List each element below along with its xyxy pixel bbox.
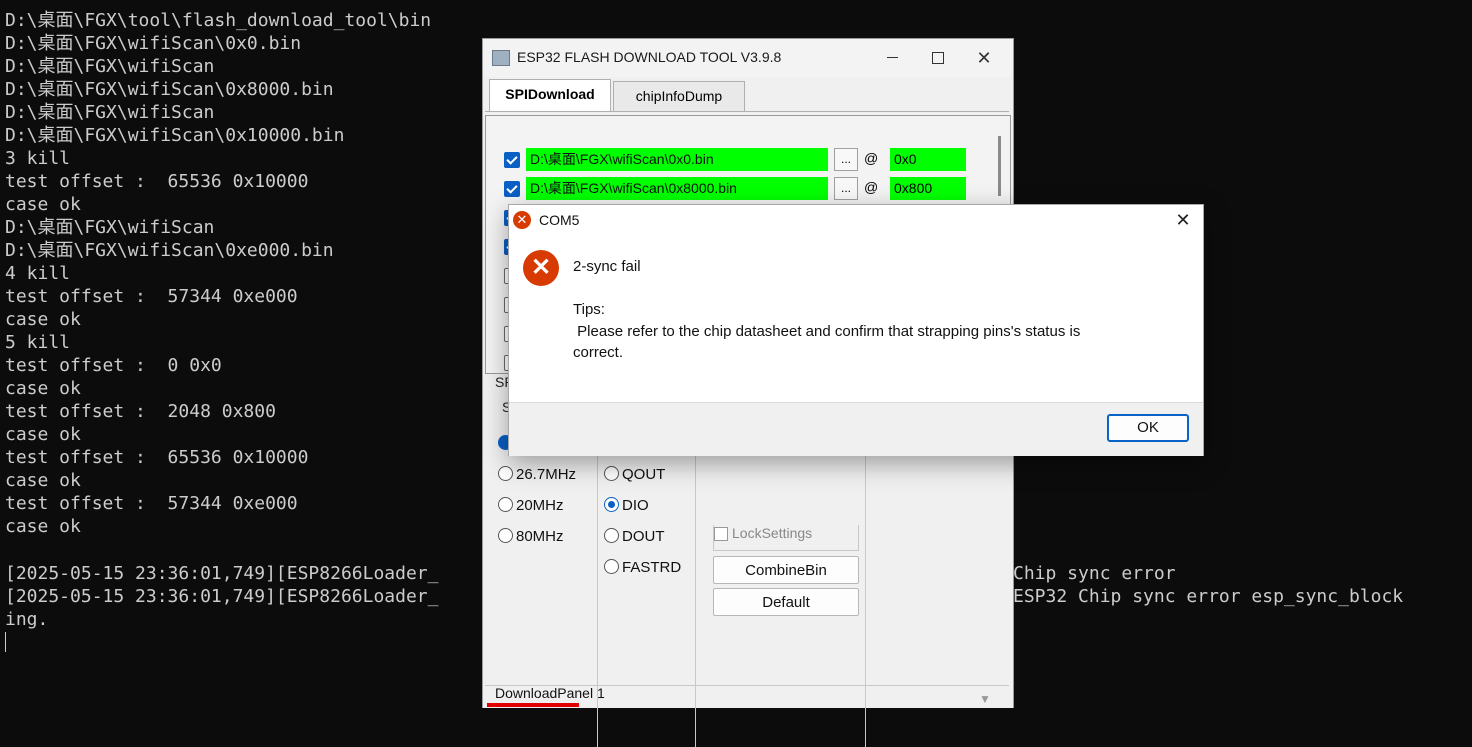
dialog-title: COM5 [539,212,580,228]
mode-radio-fastrd[interactable]: FASTRD [604,558,681,578]
com5-error-dialog: ✕ COM5 ✕ ✕ 2-sync fail Tips: Please refe… [508,204,1204,456]
scroll-down-arrow-icon[interactable]: ▼ [979,692,991,706]
error-x-icon: ✕ [513,211,531,229]
console-line: case ok [5,309,81,330]
file-path-field[interactable]: D:\桌面\FGX\wifiScan\0x8000.bin [526,177,828,200]
at-label: @ [864,179,879,195]
speed-radio-20mhz[interactable]: 20MHz [498,496,564,516]
default-button[interactable]: Default [713,588,859,616]
text-cursor [5,632,6,652]
console-log-line-1: [2025-05-15 23:36:01,749][ESP8266Loader_ [5,563,439,584]
console-log-line-2: [2025-05-15 23:36:01,749][ESP8266Loader_ [5,586,439,607]
mode-radio-dio[interactable]: DIO [604,496,649,516]
download-panel-label: DownloadPanel 1 [495,685,605,701]
at-label: @ [864,150,879,166]
console-line: case ok [5,378,81,399]
tab-chipinfodump[interactable]: chipInfoDump [613,81,745,111]
file-enable-checkbox[interactable] [504,152,520,168]
console-line: test offset : 57344 0xe000 [5,493,298,514]
radio-dot [498,497,513,512]
browse-button[interactable]: ... [834,148,858,171]
console-line: D:\桌面\FGX\wifiScan\0x10000.bin [5,125,345,146]
console-line: 3 kill [5,148,71,169]
combine-bin-button[interactable]: CombineBin [713,556,859,584]
console-line: D:\桌面\FGX\wifiScan [5,56,215,77]
title-bar[interactable]: ESP32 FLASH DOWNLOAD TOOL V3.9.8 ✕ [483,39,1013,77]
speed-radio-26-7mhz[interactable]: 26.7MHz [498,465,576,485]
radio-dot [604,466,619,481]
flash-address-field[interactable]: 0x0 [890,148,966,171]
console-line: case ok [5,424,81,445]
dialog-close-button[interactable]: ✕ [1169,208,1197,232]
console-line: D:\桌面\FGX\wifiScan\0xe000.bin [5,240,334,261]
console-line: test offset : 2048 0x800 [5,401,276,422]
panel-active-underline [487,703,579,707]
console-line: D:\桌面\FGX\wifiScan [5,217,215,238]
console-log-line-3: ing. [5,609,49,630]
console-line: test offset : 65536 0x10000 [5,447,309,468]
dialog-tips: Tips: Please refer to the chip datasheet… [573,301,1081,361]
radio-dot [604,497,619,512]
console-line: 4 kill [5,263,71,284]
error-x-icon: ✕ [523,250,559,286]
column-divider [865,447,866,747]
file-enable-checkbox[interactable] [504,181,520,197]
console-line: D:\桌面\FGX\wifiScan\0x8000.bin [5,79,334,100]
radio-dot [498,466,513,481]
close-icon: ✕ [976,48,992,68]
flash-tool-icon [492,50,510,66]
console-line: test offset : 65536 0x10000 [5,171,309,192]
close-button[interactable]: ✕ [961,39,1007,77]
minimize-icon [886,57,898,59]
radio-dot [498,528,513,543]
radio-dot [604,559,619,574]
lock-checkbox-box [714,527,728,541]
mode-radio-qout[interactable]: QOUT [604,465,665,485]
column-divider [695,447,696,747]
maximize-icon [932,51,944,64]
lock-settings-checkbox[interactable]: LockSettings [713,525,859,551]
console-line: case ok [5,194,81,215]
console-line: D:\桌面\FGX\wifiScan\0x0.bin [5,33,302,54]
mode-radio-dout[interactable]: DOUT [604,527,665,547]
console-line: 5 kill [5,332,71,353]
console-log-line-2-tail: ESP32 Chip sync error esp_sync_block [1013,586,1404,607]
column-divider [597,447,598,747]
file-path-field[interactable]: D:\桌面\FGX\wifiScan\0x0.bin [526,148,828,171]
speed-radio-80mhz[interactable]: 80MHz [498,527,564,547]
ok-button[interactable]: OK [1107,414,1189,442]
minimize-button[interactable] [869,39,915,77]
close-icon: ✕ [1175,210,1191,230]
console-line: D:\桌面\FGX\tool\flash_download_tool\bin [5,10,432,31]
console-line: case ok [5,470,81,491]
tab-spidownload[interactable]: SPIDownload [489,79,611,111]
radio-dot [604,528,619,543]
flash-address-field[interactable]: 0x800 [890,177,966,200]
console-line: case ok [5,516,81,537]
console-log-line-1-tail: Chip sync error [1013,563,1176,584]
console-line: test offset : 0 0x0 [5,355,222,376]
browse-button[interactable]: ... [834,177,858,200]
console-line: test offset : 57344 0xe000 [5,286,298,307]
window-title: ESP32 FLASH DOWNLOAD TOOL V3.9.8 [517,49,782,65]
maximize-button[interactable] [915,39,961,77]
scroll-thumb[interactable] [998,136,1001,196]
dialog-message: 2-sync fail [573,258,641,275]
dialog-footer: OK [509,402,1203,456]
console-line: D:\桌面\FGX\wifiScan [5,102,215,123]
